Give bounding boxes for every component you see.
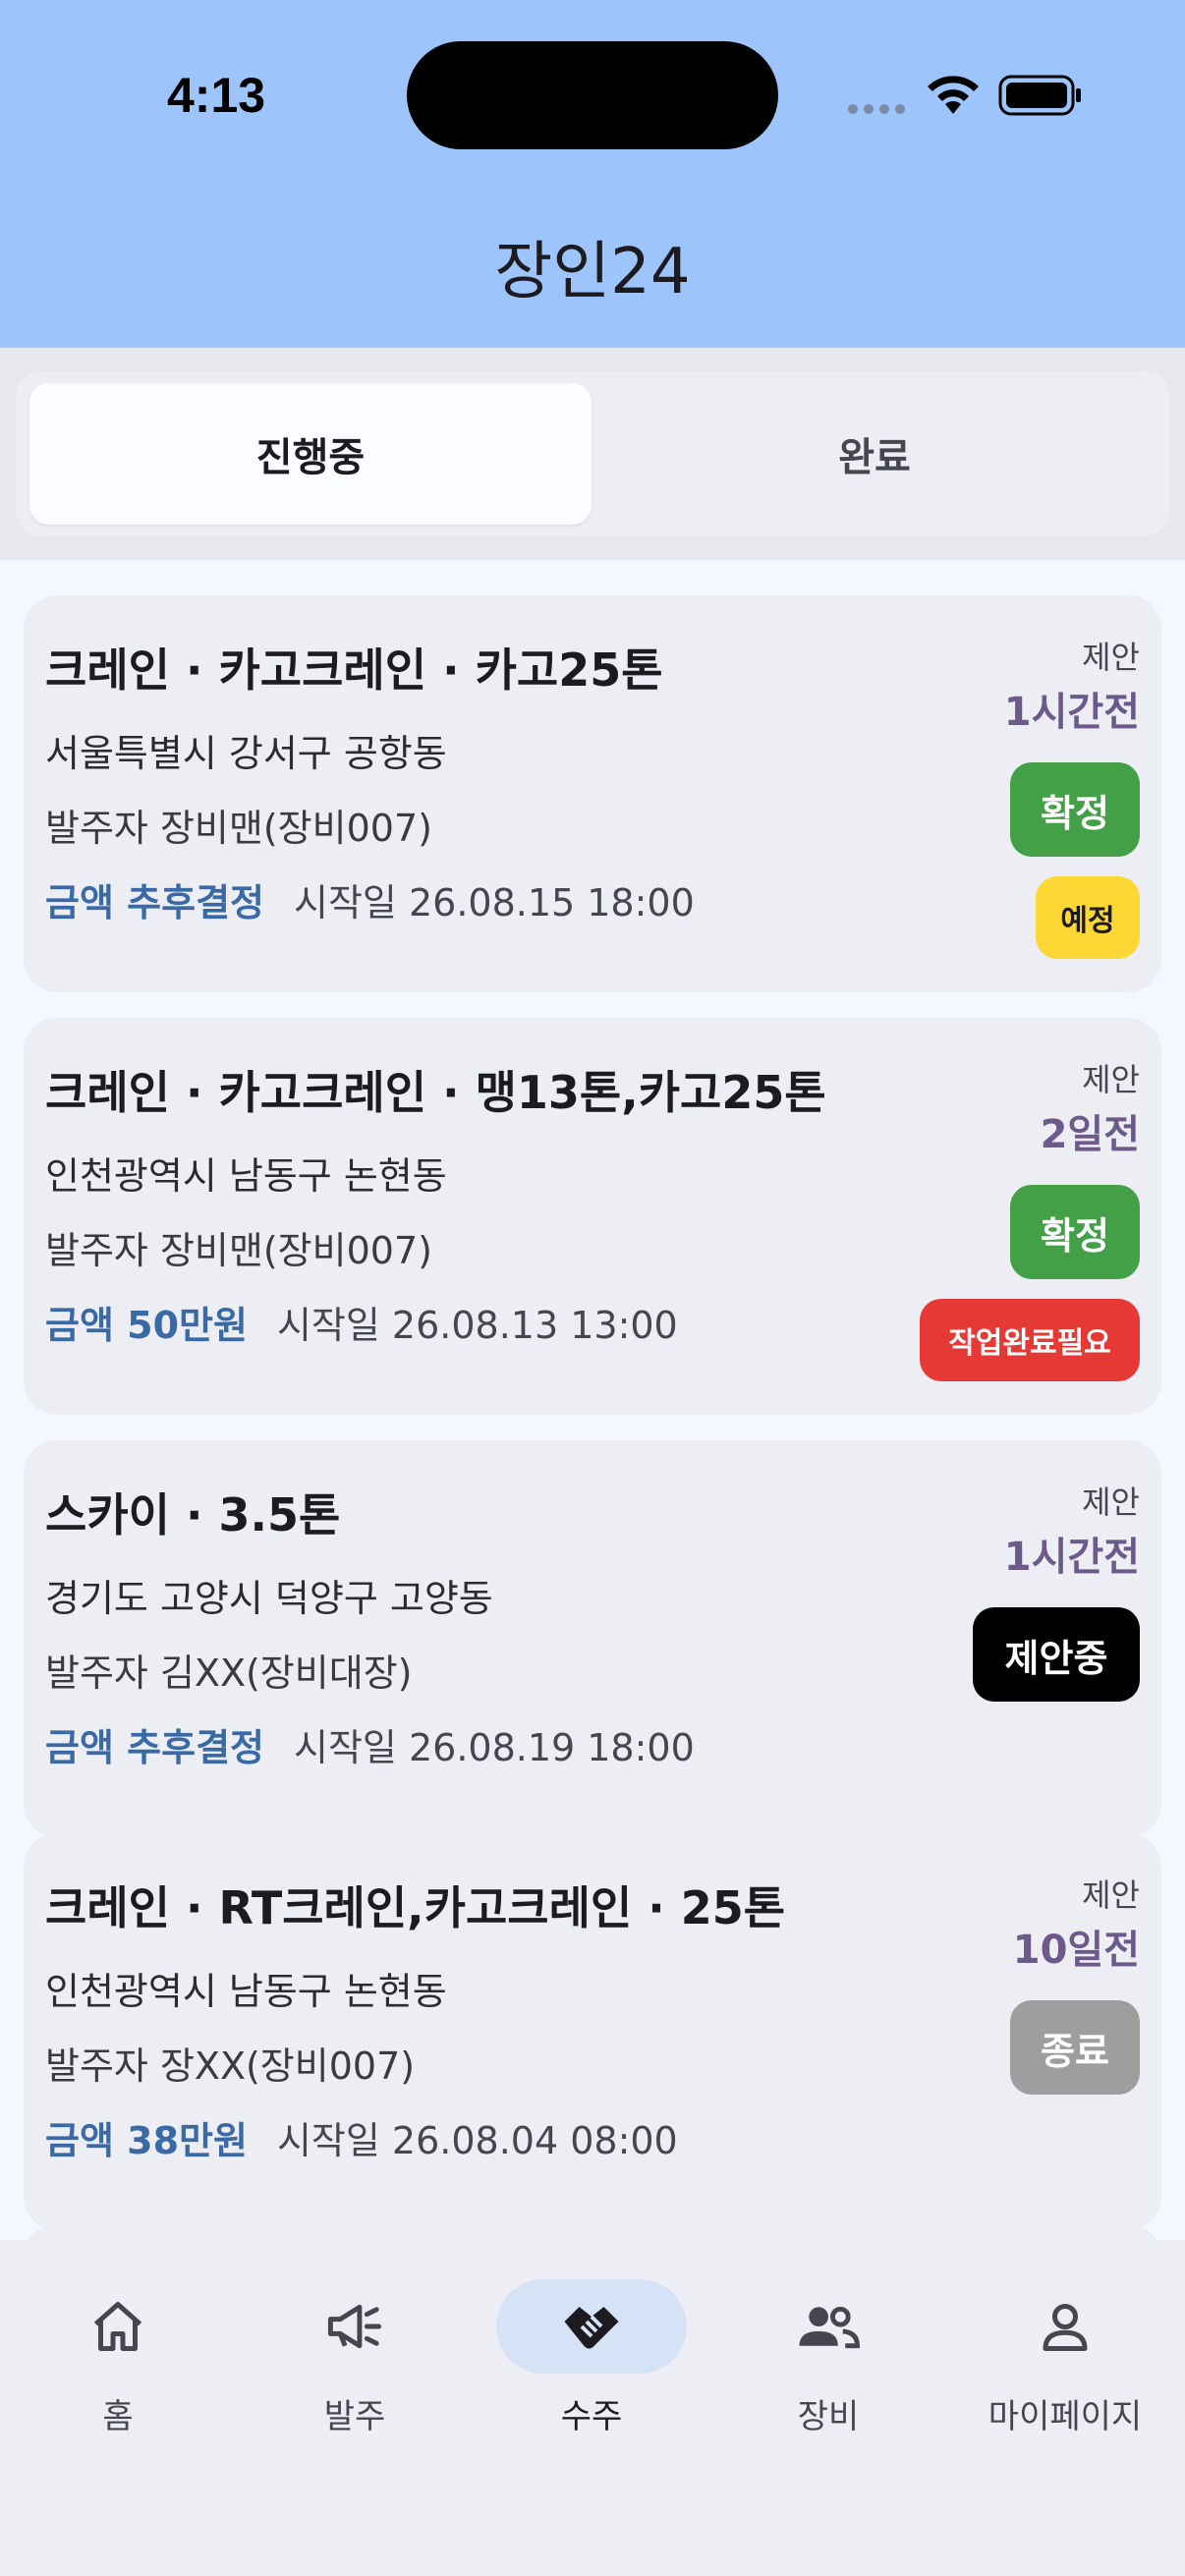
nav-contract[interactable]: 수주 <box>474 2279 709 2476</box>
proposal-time: 2일전 <box>1040 1112 1140 1157</box>
status-badge-confirmed: 확정 <box>1010 762 1140 857</box>
status-badge-ended: 종료 <box>1010 2000 1140 2095</box>
status-badge-proposing: 제안중 <box>973 1607 1140 1702</box>
proposal-time: 1시간전 <box>1003 1535 1140 1580</box>
nav-equipment-indicator <box>733 2279 924 2374</box>
order-price-row: 금액 38만원 시작일 26.08.04 08:00 <box>45 2110 678 2164</box>
nav-my-page[interactable]: 마이페이지 <box>947 2279 1183 2476</box>
nav-equipment[interactable]: 장비 <box>710 2279 946 2476</box>
order-card[interactable]: 크레인 · RT크레인,카고크레인 · 25톤 인천광역시 남동구 논현동 발주… <box>24 1833 1161 2230</box>
order-title: 크레인 · 카고크레인 · 카고25톤 <box>45 644 663 697</box>
order-start-date: 시작일 26.08.04 08:00 <box>276 2119 678 2162</box>
dynamic-island <box>407 41 778 149</box>
order-address: 서울특별시 강서구 공항동 <box>45 732 447 775</box>
order-card[interactable]: 크레인 · 카고크레인 · 카고25톤 서울특별시 강서구 공항동 발주자 장비… <box>24 595 1161 992</box>
proposal-label: 제안 <box>1082 1876 1140 1914</box>
order-orderer: 발주자 장비맨(장비007) <box>45 1229 432 1272</box>
megaphone-icon <box>327 2304 382 2349</box>
nav-label: 홈 <box>102 2397 134 2436</box>
order-address: 경기도 고양시 덕양구 고양동 <box>45 1577 493 1620</box>
order-price-row: 금액 추후결정 시작일 26.08.15 18:00 <box>45 872 695 926</box>
nav-label: 마이페이지 <box>988 2397 1143 2436</box>
order-price: 금액 38만원 <box>45 2119 248 2162</box>
order-address: 인천광역시 남동구 논현동 <box>45 1154 447 1198</box>
order-start-date: 시작일 26.08.19 18:00 <box>294 1726 695 1769</box>
order-card[interactable]: 스카이 · 3.5톤 경기도 고양시 덕양구 고양동 발주자 김XX(장비대장)… <box>24 1440 1161 1837</box>
status-badge-confirmed: 확정 <box>1010 1185 1140 1279</box>
order-orderer: 발주자 김XX(장비대장) <box>45 1652 413 1695</box>
order-card[interactable]: 크레인 · 카고크레인 · 맹13톤,카고25톤 인천광역시 남동구 논현동 발… <box>24 1018 1161 1415</box>
order-price-row: 금액 50만원 시작일 26.08.13 13:00 <box>45 1295 678 1349</box>
order-start-date: 시작일 26.08.13 13:00 <box>276 1304 678 1347</box>
status-badge-work-completion-needed: 작업완료필요 <box>920 1299 1140 1381</box>
nav-order[interactable]: 발주 <box>237 2279 473 2476</box>
order-address: 인천광역시 남동구 논현동 <box>45 1970 447 2013</box>
nav-order-indicator <box>259 2279 450 2374</box>
nav-label: 수주 <box>560 2397 623 2436</box>
wifi-icon <box>928 76 979 114</box>
bottom-navigation: 홈 발주 수주 장비 마이페이지 <box>0 2240 1185 2576</box>
proposal-label: 제안 <box>1082 1484 1140 1521</box>
status-badge-scheduled: 예정 <box>1036 876 1140 959</box>
order-orderer: 발주자 장XX(장비007) <box>45 2044 416 2088</box>
tab-in-progress[interactable]: 진행중 <box>29 383 592 525</box>
order-title: 스카이 · 3.5톤 <box>45 1488 341 1541</box>
home-icon <box>93 2302 142 2351</box>
proposal-label: 제안 <box>1082 639 1140 676</box>
people-icon <box>799 2306 860 2349</box>
tab-completed[interactable]: 완료 <box>593 383 1156 525</box>
nav-label: 장비 <box>797 2397 860 2436</box>
person-icon <box>1043 2304 1088 2351</box>
nav-home[interactable]: 홈 <box>0 2279 236 2476</box>
order-title: 크레인 · 카고크레인 · 맹13톤,카고25톤 <box>45 1066 826 1119</box>
order-price: 금액 추후결정 <box>45 881 264 924</box>
order-title: 크레인 · RT크레인,카고크레인 · 25톤 <box>45 1881 786 1934</box>
app-title: 장인24 <box>494 236 691 308</box>
order-orderer: 발주자 장비맨(장비007) <box>45 807 432 850</box>
battery-icon <box>998 75 1081 116</box>
cellular-signal-icon <box>848 104 905 114</box>
proposal-time: 1시간전 <box>1003 690 1140 735</box>
status-time: 4:13 <box>167 68 266 123</box>
handshake-icon <box>564 2307 619 2349</box>
app-header: 4:13 장인24 <box>0 0 1185 348</box>
nav-home-indicator <box>23 2279 213 2374</box>
order-price: 금액 50만원 <box>45 1304 248 1347</box>
order-list: 크레인 · 카고크레인 · 카고25톤 서울특별시 강서구 공항동 발주자 장비… <box>0 560 1185 2285</box>
proposal-label: 제안 <box>1082 1061 1140 1098</box>
nav-my-page-indicator <box>970 2279 1160 2374</box>
order-price-row: 금액 추후결정 시작일 26.08.19 18:00 <box>45 1717 695 1771</box>
order-price: 금액 추후결정 <box>45 1726 264 1769</box>
proposal-time: 10일전 <box>1012 1928 1140 1973</box>
nav-label: 발주 <box>323 2397 386 2436</box>
order-start-date: 시작일 26.08.15 18:00 <box>294 881 695 924</box>
nav-contract-indicator <box>496 2279 687 2374</box>
status-segmented-control: 진행중 완료 <box>16 371 1169 536</box>
